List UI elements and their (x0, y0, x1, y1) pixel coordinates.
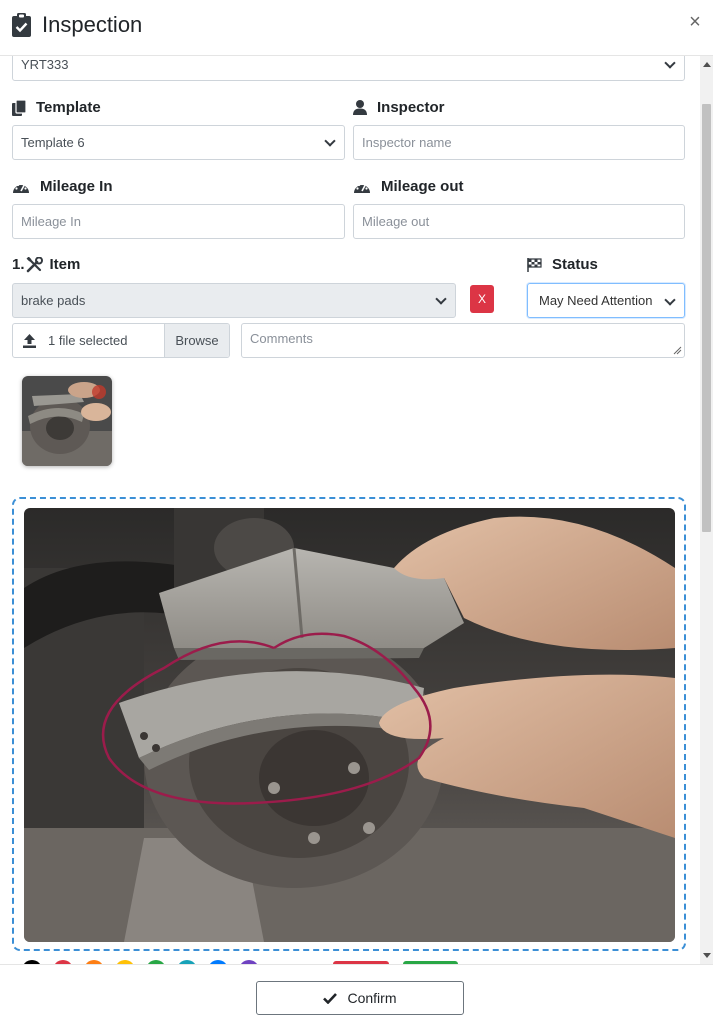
item-number: 1. (12, 256, 25, 273)
template-label-text: Template (36, 99, 101, 116)
modal-title: Inspection (12, 12, 142, 38)
scroll-down-arrow[interactable] (703, 953, 711, 958)
speedometer-icon (354, 182, 370, 193)
user-icon (353, 100, 367, 115)
chevron-down-icon (664, 294, 676, 306)
file-upload[interactable]: 1 file selected Browse (12, 323, 230, 358)
inspector-input[interactable]: Inspector name (353, 125, 685, 160)
template-select[interactable]: Template 6 (12, 125, 345, 160)
template-select-value: Template 6 (21, 135, 85, 150)
clipboard-check-icon (12, 13, 31, 37)
chevron-down-icon (664, 57, 676, 69)
inspector-label: Inspector (353, 99, 445, 116)
mileage-in-label: Mileage In (12, 178, 113, 195)
confirm-button-label: Confirm (347, 990, 397, 1006)
vehicle-select-value: YRT333 (21, 57, 69, 72)
mileage-out-placeholder: Mileage out (362, 214, 430, 229)
speedometer-icon (13, 182, 29, 193)
resize-grip-icon[interactable] (673, 346, 682, 355)
item-select[interactable]: brake pads (12, 283, 456, 318)
copy-icon (12, 99, 26, 116)
modal-footer: Confirm (0, 964, 713, 1024)
item-select-value: brake pads (21, 293, 86, 308)
mileage-in-label-text: Mileage In (40, 178, 113, 195)
mileage-out-label-text: Mileage out (381, 178, 464, 195)
chevron-down-icon (324, 135, 336, 147)
annotation-canvas-frame (12, 497, 686, 951)
modal-header: Inspection × (0, 0, 713, 56)
file-selected-label: 1 file selected (13, 324, 164, 357)
status-label-text: Status (552, 256, 598, 273)
mileage-in-input[interactable]: Mileage In (12, 204, 345, 239)
browse-button[interactable]: Browse (164, 324, 229, 357)
checkered-flag-icon (527, 257, 542, 272)
template-label: Template (12, 99, 101, 116)
scroll-up-arrow[interactable] (703, 62, 711, 67)
status-select-value: May Need Attention (539, 293, 653, 308)
scrollbar-thumb[interactable] (702, 104, 711, 532)
remove-item-button[interactable]: X (470, 285, 494, 313)
image-thumbnail[interactable] (22, 376, 112, 466)
check-icon (323, 992, 338, 1004)
modal-title-text: Inspection (42, 12, 143, 37)
status-select[interactable]: May Need Attention (527, 283, 685, 318)
inspector-placeholder: Inspector name (362, 135, 452, 150)
confirm-button[interactable]: Confirm (256, 981, 464, 1015)
tools-icon (26, 256, 43, 272)
inspector-label-text: Inspector (377, 99, 445, 116)
comments-placeholder: Comments (250, 331, 313, 346)
file-selected-text: 1 file selected (48, 333, 128, 348)
mileage-in-placeholder: Mileage In (21, 214, 81, 229)
comments-textarea[interactable]: Comments (241, 323, 685, 358)
status-label: Status (527, 256, 598, 273)
scrollbar[interactable] (700, 56, 713, 964)
close-button[interactable]: × (683, 10, 707, 34)
chevron-down-icon (435, 293, 447, 305)
mileage-out-input[interactable]: Mileage out (353, 204, 685, 239)
annotation-canvas[interactable] (24, 508, 675, 942)
upload-icon (23, 333, 36, 348)
mileage-out-label: Mileage out (353, 178, 464, 195)
item-label-text: Item (49, 256, 81, 273)
item-label: 1. Item (12, 256, 80, 273)
